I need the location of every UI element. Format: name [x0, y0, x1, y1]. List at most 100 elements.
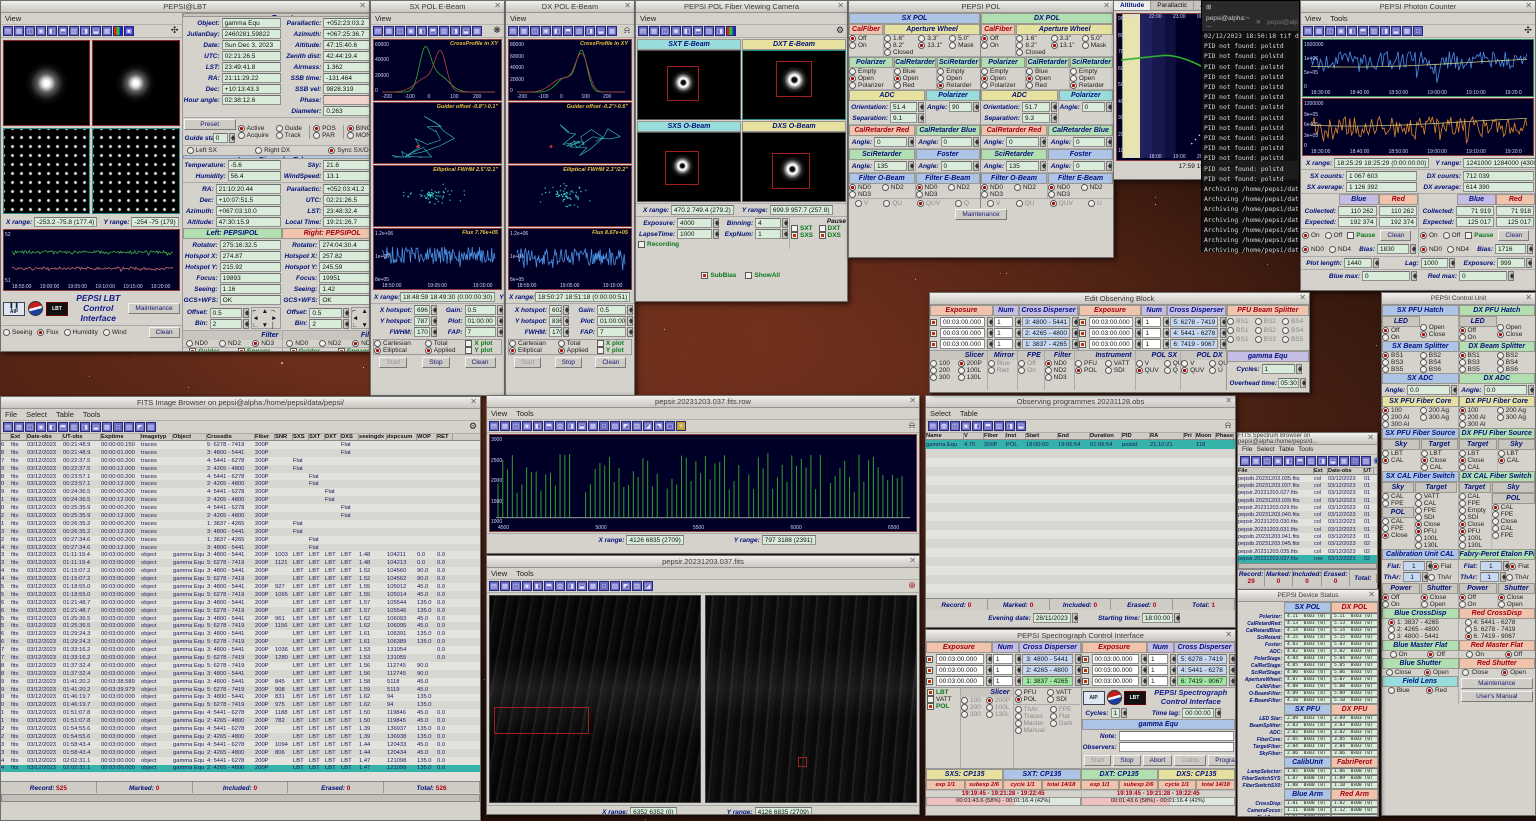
field-value[interactable]: 125 017	[1496, 217, 1534, 227]
header-cell-pid[interactable]: PID	[1122, 433, 1150, 439]
toolbar-icon[interactable]: ▤	[508, 26, 518, 36]
spinner[interactable]	[497, 327, 503, 337]
checkbox-icon[interactable]	[926, 656, 933, 663]
table-row[interactable]	[926, 476, 1235, 485]
tab-inactive[interactable]: pepsi@alp	[1267, 19, 1298, 26]
table-header[interactable]: FileExtDate-obsUT	[1238, 468, 1377, 475]
radio-off[interactable]: Off	[1382, 594, 1400, 601]
radio-5-0[interactable]: 5.0"	[1082, 35, 1108, 42]
exposure-value[interactable]: 00:03:00.000	[1092, 654, 1139, 664]
field-value-fap[interactable]: 7	[597, 327, 626, 337]
radio-100l[interactable]: 100L	[1459, 535, 1482, 542]
toolbar-icon[interactable]: □	[1350, 456, 1360, 466]
header-cell-inst[interactable]: Inst	[1006, 433, 1026, 439]
num-value[interactable]: 1	[1148, 676, 1168, 686]
field-value-time-lag[interactable]: 00:00:00	[1182, 708, 1213, 718]
radio-bs1[interactable]: BS1	[1459, 352, 1492, 359]
table-row[interactable]: pepsir.20231203.031.fitscol03/12/202301	[1238, 526, 1377, 533]
spinner[interactable]	[986, 654, 992, 664]
radio-bs2[interactable]: BS2	[1255, 318, 1276, 325]
radio-2-4265-4800[interactable]: 2: 4265 - 4800	[1388, 626, 1439, 633]
horizontal-scrollbar[interactable]	[1, 794, 480, 802]
radio-humidity[interactable]: Humidity	[64, 329, 98, 336]
toolbar-icon[interactable]: ▨	[632, 581, 642, 591]
radio-quv[interactable]: QUV	[917, 200, 940, 207]
radio-q[interactable]: Q	[955, 200, 969, 207]
check-x-plot[interactable]: X plot	[597, 340, 624, 347]
toolbar-icon[interactable]: ▩	[472, 26, 482, 36]
spinner[interactable]	[1229, 665, 1235, 675]
check-vatt[interactable]: VATT	[927, 696, 952, 703]
spinner[interactable]	[713, 218, 719, 228]
radio-thar[interactable]: ThAr	[1015, 706, 1045, 713]
field-value-guide-star[interactable]: 0	[213, 133, 228, 143]
radio-nd2[interactable]: ND2	[948, 184, 975, 191]
exposure-value[interactable]: 00:03:00.000	[940, 317, 985, 327]
spinner[interactable]	[1015, 328, 1021, 338]
field-value-ra[interactable]: 21:11:29.22	[222, 73, 282, 83]
radio-off[interactable]: Off	[1505, 651, 1523, 658]
toolbar-icon[interactable]: ◧	[417, 26, 427, 36]
radio-6-7419-9067[interactable]: 6: 7419 - 9067	[1465, 633, 1516, 640]
radio-close[interactable]: Close	[1492, 518, 1518, 525]
table-row[interactable]	[926, 584, 1235, 593]
cross-disperser-value[interactable]: 3: 4800 - 5441	[1022, 654, 1073, 664]
toolbar-icon[interactable]: ▦	[500, 581, 510, 591]
table-row[interactable]: 7fits03/12/202301:33:16.200:03:00.000obj…	[1, 654, 480, 662]
header-cell-exptime[interactable]: Exptime	[101, 434, 141, 440]
start-button[interactable]: Start	[1084, 755, 1112, 766]
field-value[interactable]: 18:48:59 18:49:30 (0:00:00:30)	[400, 292, 495, 302]
radio-off[interactable]: Off	[849, 35, 867, 42]
pin-icon[interactable]: ⍾	[622, 26, 632, 36]
titlebar[interactable]: PEPSI@LBT✕	[1, 1, 369, 13]
table-row[interactable]: 4fits03/12/202302:02:31.100:03:00.000obj…	[1, 757, 480, 765]
radio-seeing[interactable]: Seeing	[3, 329, 32, 336]
radio-red[interactable]: Red	[988, 367, 1009, 374]
radio-1-6[interactable]: 1.6"	[884, 35, 913, 42]
toolbar-icon[interactable]: ◪	[643, 421, 653, 431]
close-icon[interactable]: ✕	[1525, 293, 1532, 302]
toolbar-icon[interactable]: □	[599, 421, 609, 431]
exposure-value[interactable]: 00:03:00.000	[936, 654, 984, 664]
radio-sync-sx-dx[interactable]: Sync SX/DX	[328, 147, 370, 154]
header-cell-start[interactable]: Start	[1026, 433, 1058, 439]
table-row[interactable]	[926, 548, 1235, 557]
toolbar-icon[interactable]: ◫	[25, 422, 35, 432]
radio-u[interactable]: U	[1088, 200, 1102, 207]
toolbar-icon[interactable]: ◧	[552, 26, 562, 36]
radio-thar[interactable]: ThAr	[1506, 574, 1529, 581]
radio-off[interactable]: Off	[981, 35, 999, 42]
spinner[interactable]	[1015, 665, 1021, 675]
toolbar-icon[interactable]: ▣	[961, 421, 971, 431]
spinner[interactable]	[1528, 385, 1534, 395]
table-row[interactable]: 0fits03/12/202301:46:19.700:03:00.000obj…	[1, 694, 480, 702]
radio-on[interactable]: On	[1459, 601, 1477, 608]
programmes-table[interactable]: gamma Equ4.70200PPOL18:00:0019:06:5401:0…	[926, 440, 1235, 598]
exposure-value[interactable]: 00:03:00.000	[936, 665, 984, 675]
toolbar-icon[interactable]: ◧	[1347, 26, 1357, 36]
spinner[interactable]	[1500, 572, 1506, 582]
spinner[interactable]	[1508, 271, 1514, 281]
header-cell-wop[interactable]: WOP	[417, 434, 437, 440]
toolbar-icon[interactable]: ◨	[566, 421, 576, 431]
radio-nd2[interactable]: ND2	[1045, 367, 1067, 374]
toolbar-icon[interactable]: ▨	[632, 421, 642, 431]
radio-total[interactable]: Total	[558, 340, 581, 347]
exposure-value[interactable]: 00:03:00.000	[940, 328, 985, 338]
exposure-value[interactable]: 00:03:00.000	[940, 339, 985, 349]
close-icon[interactable]: ✕	[837, 1, 844, 10]
spinner[interactable]	[627, 305, 633, 315]
table-row[interactable]: 3fits03/12/202301:58:43.400:03:00.000obj…	[1, 741, 480, 749]
radio-fpe[interactable]: FPE	[1382, 500, 1404, 507]
radio-close[interactable]: Close	[1421, 457, 1447, 464]
plot-p4[interactable]: Flux 7.76e+051.2e+061e+068e+0518:50:0019…	[373, 228, 502, 290]
radio-cal[interactable]: CAL	[1492, 504, 1514, 511]
radio-empty[interactable]: Empty	[849, 68, 876, 75]
header-cell-phase[interactable]: Phase	[1216, 433, 1234, 439]
toolbar-icon[interactable]: ◩	[621, 421, 631, 431]
check-y-plot[interactable]: Y plot	[465, 347, 492, 354]
menu-select[interactable]: Select	[1256, 446, 1274, 453]
table-row[interactable]: 3fits03/12/202301:11:19.400:03:00.000obj…	[1, 559, 480, 567]
rgb-icon[interactable]	[726, 26, 736, 36]
radio-100l[interactable]: 100L	[958, 367, 982, 374]
